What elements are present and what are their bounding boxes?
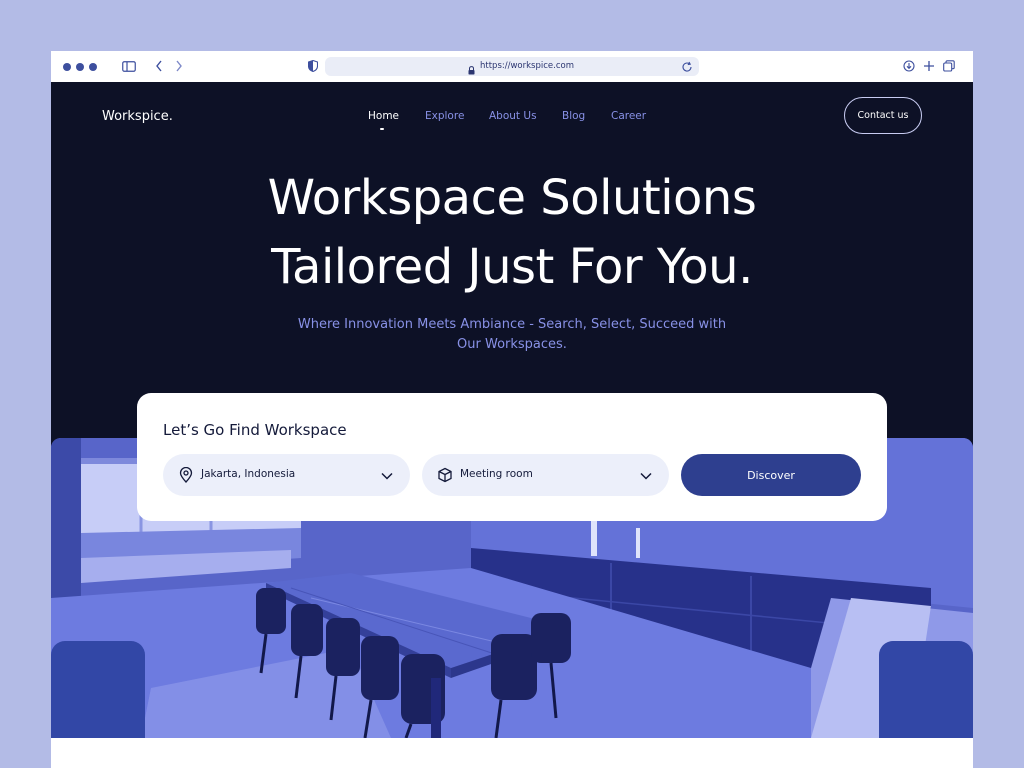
sidebar-icon[interactable] [122,59,136,73]
window-dot-close[interactable] [63,63,71,71]
location-select[interactable]: Jakarta, Indonesia [163,454,410,496]
search-card-title: Let’s Go Find Workspace [163,421,347,439]
window-dot-maximize[interactable] [89,63,97,71]
browser-window: https://workspice.com Workspice. Home Ex… [51,51,973,768]
box-icon [438,467,452,483]
map-pin-icon [179,466,193,483]
hero-subtitle-line2: Our Workspaces. [457,337,567,352]
nav-home[interactable]: Home [368,110,399,122]
lock-icon [468,62,475,80]
website: Workspice. Home Explore About Us Blog Ca… [51,82,973,738]
active-nav-indicator [380,128,384,130]
search-card: Let’s Go Find Workspace Jakarta, Indones… [137,393,887,521]
workspace-type-select[interactable]: Meeting room [422,454,669,496]
chevron-down-icon [639,469,653,481]
nav-blog[interactable]: Blog [562,110,585,122]
hero-title-line1: Workspace Solutions [267,170,757,226]
chevron-down-icon [380,469,394,481]
window-dot-minimize[interactable] [76,63,84,71]
nav-explore[interactable]: Explore [425,110,464,122]
site-logo[interactable]: Workspice. [102,109,173,124]
hero-subtitle-line1: Where Innovation Meets Ambiance - Search… [297,317,727,332]
browser-toolbar: https://workspice.com [51,51,973,82]
shield-icon[interactable] [306,59,320,73]
new-tab-icon[interactable] [922,59,936,73]
download-icon[interactable] [902,59,916,73]
right-corner-block [879,641,973,738]
forward-icon[interactable] [172,59,186,73]
nav-career[interactable]: Career [611,110,646,122]
workspace-type-value: Meeting room [460,468,533,480]
reload-icon[interactable] [681,60,693,78]
hero-title-line2: Tailored Just For You. [271,239,753,295]
discover-button[interactable]: Discover [681,454,861,496]
location-value: Jakarta, Indonesia [201,468,296,480]
left-corner-block [51,641,145,738]
nav-about-us[interactable]: About Us [489,110,537,122]
url-text: https://workspice.com [480,61,574,71]
page-bottom-strip [51,738,973,768]
tabs-icon[interactable] [942,59,956,73]
back-icon[interactable] [152,59,166,73]
contact-us-button[interactable]: Contact us [844,97,922,134]
address-bar[interactable]: https://workspice.com [325,57,699,76]
